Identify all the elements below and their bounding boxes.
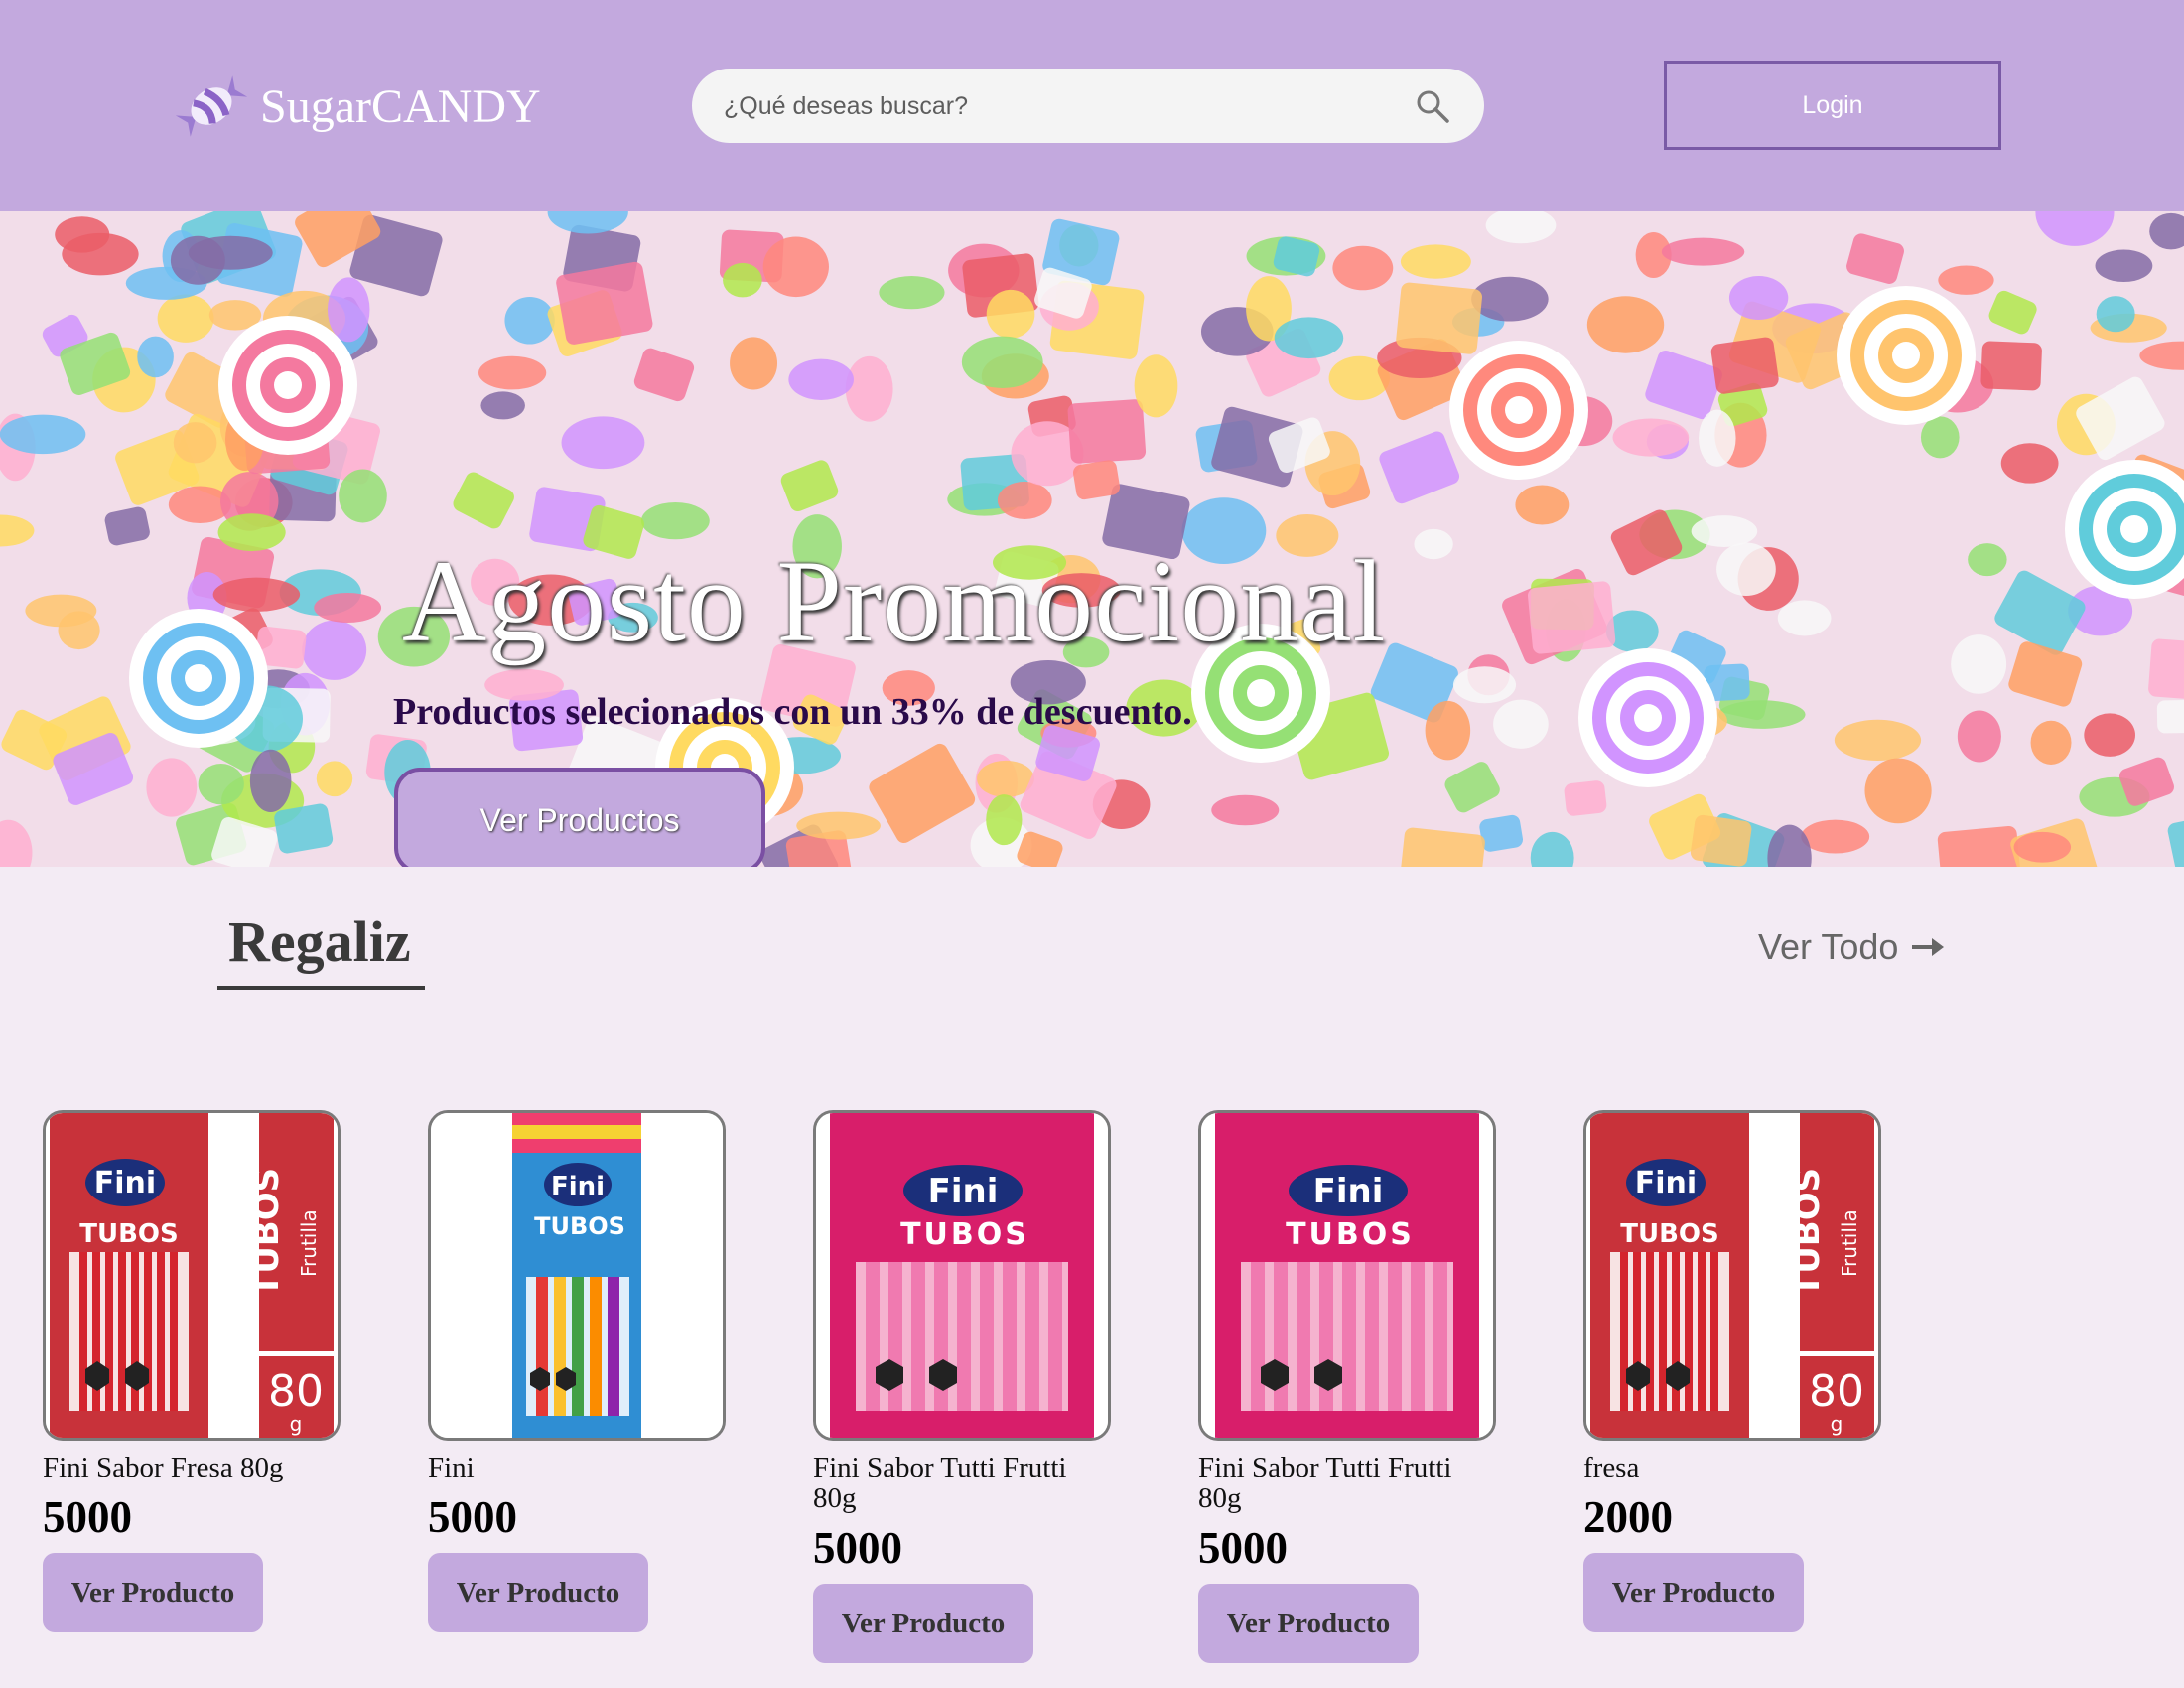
- login-button[interactable]: Login: [1664, 61, 2001, 150]
- product-price: 5000: [1198, 1523, 1288, 1573]
- product-card[interactable]: Fini TUBOS TUBOS Frutilla 80 g fresa 2000 Ver Pr…: [1583, 1110, 1881, 1632]
- product-price: 5000: [428, 1492, 517, 1542]
- svg-text:Frutilla: Frutilla: [297, 1209, 321, 1277]
- product-card[interactable]: Fini TUBOS TUBOS Frutilla 80 g Fini Sabor Fres…: [43, 1110, 341, 1632]
- arrow-right-icon: [1912, 938, 1945, 956]
- svg-text:Frutilla: Frutilla: [1838, 1209, 1861, 1277]
- product-name: Fini: [428, 1452, 475, 1483]
- search-bar: [692, 69, 1484, 145]
- product-name: fresa: [1583, 1452, 1640, 1483]
- svg-text:Fini: Fini: [1635, 1166, 1697, 1200]
- candy-package-graphic: Fini TUBOS: [431, 1113, 723, 1438]
- product-image[interactable]: Fini TUBOS: [1198, 1110, 1496, 1441]
- product-card[interactable]: Fini TUBOS Fini Sabor Tutti Frutti 80g 5000…: [813, 1110, 1111, 1663]
- hero-title: Agosto Promocional: [402, 536, 1387, 666]
- view-product-button[interactable]: Ver Producto: [813, 1584, 1033, 1663]
- view-product-button[interactable]: Ver Producto: [1198, 1584, 1419, 1663]
- view-product-button[interactable]: Ver Producto: [1583, 1553, 1804, 1632]
- svg-text:TUBOS: TUBOS: [247, 1168, 287, 1297]
- site-header: SugarCANDY Login: [0, 0, 2184, 211]
- svg-text:80: 80: [1809, 1366, 1864, 1417]
- svg-text:g: g: [1831, 1412, 1843, 1436]
- logo[interactable]: SugarCANDY: [169, 62, 541, 151]
- section-title-underline: [217, 986, 425, 990]
- product-image[interactable]: Fini TUBOS TUBOS Frutilla 80 g: [43, 1110, 341, 1441]
- candy-package-graphic: Fini TUBOS TUBOS Frutilla 80g: [46, 1113, 338, 1438]
- view-all-link[interactable]: Ver Todo: [1758, 926, 1946, 968]
- svg-text:TUBOS: TUBOS: [1620, 1219, 1719, 1249]
- candy-package-graphic: Fini TUBOS: [816, 1113, 1108, 1438]
- product-image[interactable]: Fini TUBOS: [428, 1110, 726, 1441]
- svg-text:TUBOS: TUBOS: [900, 1217, 1029, 1252]
- candy-package-graphic: Fini TUBOS TUBOS Frutilla 80g: [1586, 1113, 1878, 1438]
- hero-banner: Agosto Promocional Productos selecionado…: [0, 211, 2184, 867]
- candy-logo-icon: [175, 75, 248, 137]
- svg-text:TUBOS: TUBOS: [1788, 1168, 1828, 1297]
- svg-text:Fini: Fini: [928, 1172, 999, 1211]
- svg-text:Fini: Fini: [94, 1166, 156, 1200]
- svg-text:80: 80: [268, 1366, 324, 1417]
- svg-text:TUBOS: TUBOS: [534, 1212, 625, 1240]
- search-input[interactable]: [722, 69, 1381, 145]
- view-products-button[interactable]: Ver Productos: [394, 768, 765, 867]
- search-icon[interactable]: [1415, 88, 1450, 124]
- view-all-label: Ver Todo: [1758, 926, 1899, 967]
- svg-text:TUBOS: TUBOS: [1286, 1217, 1415, 1252]
- svg-text:TUBOS: TUBOS: [79, 1219, 179, 1249]
- product-price: 2000: [1583, 1492, 1673, 1542]
- logo-text: SugarCANDY: [260, 79, 541, 133]
- view-product-button[interactable]: Ver Producto: [43, 1553, 263, 1632]
- hero-subtitle: Productos selecionados con un 33% de des…: [393, 691, 1192, 733]
- product-name: Fini Sabor Tutti Frutti 80g: [813, 1452, 1067, 1514]
- product-name: Fini Sabor Fresa 80g: [43, 1452, 284, 1483]
- product-card[interactable]: Fini TUBOS Fini Sabor Tutti Frutti 80g 5000…: [1198, 1110, 1496, 1663]
- svg-text:Fini: Fini: [551, 1172, 605, 1201]
- product-price: 5000: [43, 1492, 132, 1542]
- product-image[interactable]: Fini TUBOS: [813, 1110, 1111, 1441]
- product-card[interactable]: Fini TUBOS Fini 5000 Ver Producto: [428, 1110, 726, 1632]
- product-price: 5000: [813, 1523, 902, 1573]
- svg-text:g: g: [290, 1412, 303, 1436]
- section-title: Regaliz: [228, 910, 411, 974]
- product-image[interactable]: Fini TUBOS TUBOS Frutilla 80 g: [1583, 1110, 1881, 1441]
- view-product-button[interactable]: Ver Producto: [428, 1553, 648, 1632]
- candy-package-graphic: Fini TUBOS: [1201, 1113, 1493, 1438]
- svg-text:Fini: Fini: [1313, 1172, 1384, 1211]
- product-name: Fini Sabor Tutti Frutti 80g: [1198, 1452, 1452, 1514]
